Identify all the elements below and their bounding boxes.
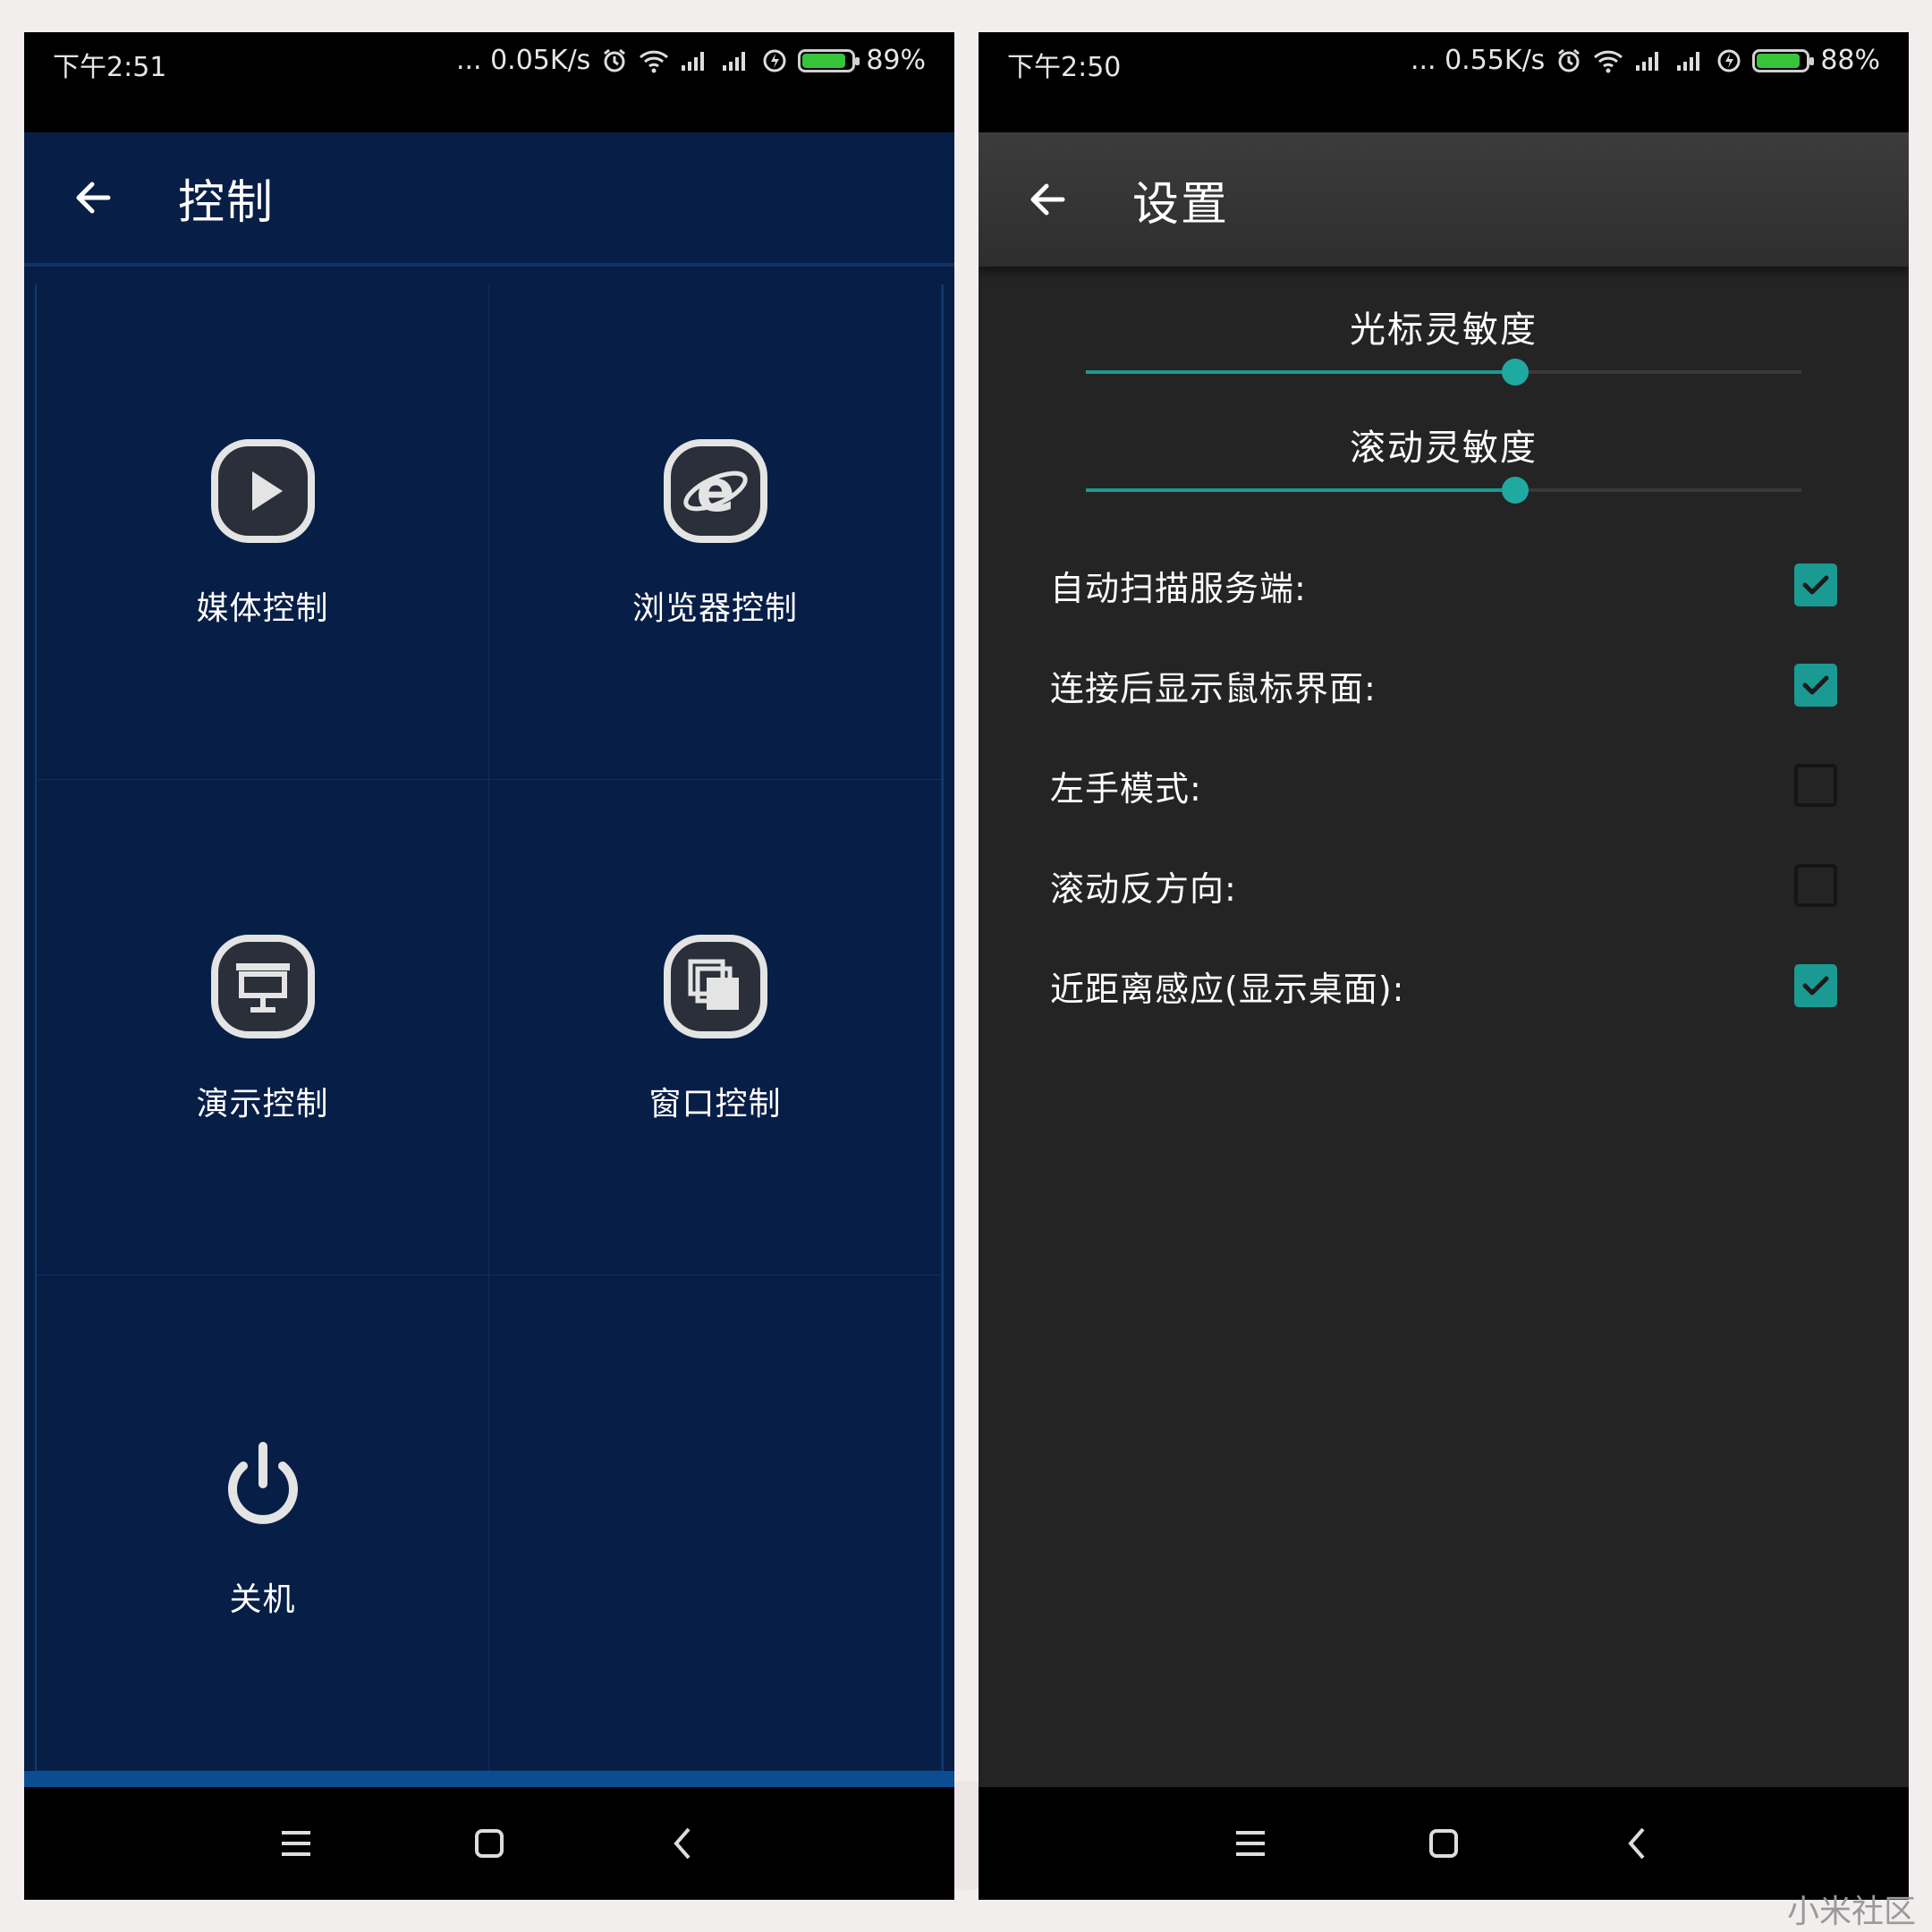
charging-icon	[1716, 47, 1741, 74]
status-bar: 下午2:51 ... 0.05K/s 89%	[24, 32, 954, 132]
tile-label: 演示控制	[196, 1085, 329, 1123]
media-control-tile[interactable]: 媒体控制	[37, 284, 489, 780]
setting-label: 连接后显示鼠标界面:	[1050, 668, 1377, 708]
setting-show-mouse-ui[interactable]: 连接后显示鼠标界面:	[1050, 649, 1837, 721]
nav-bar	[979, 1787, 1909, 1900]
back-chevron-icon	[674, 1827, 691, 1860]
battery-icon	[798, 48, 860, 72]
wifi-icon	[1593, 47, 1623, 74]
back-chevron-icon	[1628, 1827, 1645, 1860]
status-bar: 下午2:50 ... 0.55K/s 88%	[979, 32, 1909, 132]
menu-button[interactable]	[271, 1818, 321, 1868]
slider-fill	[1086, 488, 1515, 492]
tile-label: 关机	[229, 1580, 296, 1618]
tile-label: 窗口控制	[648, 1085, 782, 1123]
left-hand-mode-checkbox[interactable]	[1794, 764, 1837, 807]
left-phone-screen: 下午2:51 ... 0.05K/s 89% 控制 媒体控制 e 浏览器控制 演…	[24, 32, 954, 1900]
signal-icon-2	[1675, 47, 1706, 74]
checkmark-icon	[1802, 575, 1829, 595]
setting-auto-scan[interactable]: 自动扫描服务端:	[1050, 549, 1837, 621]
home-icon	[1429, 1829, 1458, 1858]
battery-fill	[802, 53, 846, 68]
alarm-icon	[601, 47, 628, 74]
app-bar: 设置	[979, 132, 1909, 267]
slider-label: 滚动灵敏度	[1350, 428, 1538, 469]
browser-control-tile[interactable]: e 浏览器控制	[489, 284, 942, 780]
setting-label: 自动扫描服务端:	[1050, 568, 1307, 608]
menu-button[interactable]	[1225, 1818, 1275, 1868]
window-control-tile[interactable]: 窗口控制	[489, 780, 942, 1275]
cursor-sensitivity-setting: 光标灵敏度	[979, 301, 1909, 386]
tile-label: 浏览器控制	[631, 589, 798, 627]
menu-icon	[1236, 1831, 1265, 1856]
slider-thumb[interactable]	[1502, 359, 1529, 386]
home-icon	[475, 1829, 504, 1858]
bottom-strip	[24, 1771, 954, 1787]
back-button[interactable]	[67, 171, 121, 225]
battery-percent: 88%	[1820, 45, 1880, 76]
net-speed: ... 0.05K/s	[455, 45, 591, 76]
svg-text:e: e	[696, 459, 734, 525]
cursor-sensitivity-slider[interactable]	[1086, 359, 1801, 386]
auto-scan-checkbox[interactable]	[1794, 564, 1837, 606]
scroll-sensitivity-setting: 滚动灵敏度	[979, 419, 1909, 504]
empty-tile	[489, 1275, 942, 1771]
nav-back-button[interactable]	[1612, 1818, 1662, 1868]
checkmark-icon	[1802, 675, 1829, 695]
proximity-sensor-checkbox[interactable]	[1794, 964, 1837, 1007]
app-bar: 控制	[24, 132, 954, 267]
presentation-control-tile[interactable]: 演示控制	[37, 780, 489, 1275]
nav-bar	[24, 1787, 954, 1900]
arrow-left-icon	[76, 182, 111, 214]
battery-icon	[1752, 48, 1815, 72]
scroll-sensitivity-slider[interactable]	[1086, 477, 1801, 504]
slider-thumb[interactable]	[1502, 477, 1529, 504]
signal-icon	[680, 47, 710, 74]
status-icons: ... 0.55K/s 88%	[1411, 45, 1880, 76]
play-icon	[208, 436, 318, 547]
status-icons: ... 0.05K/s 89%	[456, 45, 926, 76]
page-title: 控制	[178, 175, 275, 230]
menu-icon	[282, 1831, 310, 1856]
battery-percent: 89%	[866, 45, 926, 76]
status-time: 下午2:50	[1007, 52, 1122, 83]
checkmark-icon	[1802, 976, 1829, 996]
home-button[interactable]	[464, 1818, 514, 1868]
setting-label: 滚动反方向:	[1050, 869, 1237, 909]
setting-proximity-sensor[interactable]: 近距离感应(显示桌面):	[1050, 950, 1837, 1021]
setting-label: 近距离感应(显示桌面):	[1050, 969, 1405, 1009]
back-button[interactable]	[1021, 173, 1075, 226]
tile-label: 媒体控制	[196, 589, 329, 627]
battery-fill	[1757, 53, 1800, 68]
control-grid: 媒体控制 e 浏览器控制 演示控制 窗口控制 关机	[35, 284, 944, 1771]
slider-fill	[1086, 370, 1515, 374]
setting-label: 左手模式:	[1050, 768, 1202, 809]
show-mouse-ui-checkbox[interactable]	[1794, 664, 1837, 707]
right-phone-screen: 下午2:50 ... 0.55K/s 88% 设置 光标灵敏度 滚动灵敏度 自动…	[979, 32, 1909, 1900]
arrow-left-icon	[1030, 183, 1065, 216]
setting-reverse-scroll[interactable]: 滚动反方向:	[1050, 850, 1837, 921]
setting-left-hand-mode[interactable]: 左手模式:	[1050, 750, 1837, 821]
net-speed: ... 0.55K/s	[1410, 45, 1546, 76]
signal-icon	[1634, 47, 1665, 74]
slider-label: 光标灵敏度	[1350, 309, 1538, 351]
presentation-icon	[208, 931, 318, 1042]
browser-e-icon: e	[660, 436, 771, 547]
nav-back-button[interactable]	[657, 1818, 708, 1868]
home-button[interactable]	[1419, 1818, 1469, 1868]
shutdown-tile[interactable]: 关机	[37, 1275, 489, 1771]
page-title: 设置	[1132, 177, 1230, 232]
reverse-scroll-checkbox[interactable]	[1794, 864, 1837, 907]
signal-icon-2	[721, 47, 751, 74]
alarm-icon	[1555, 47, 1582, 74]
watermark: 小米社区	[1786, 1894, 1916, 1930]
windows-icon	[660, 931, 771, 1042]
wifi-icon	[639, 47, 669, 74]
power-icon	[208, 1427, 318, 1538]
charging-icon	[762, 47, 787, 74]
status-time: 下午2:51	[53, 52, 167, 83]
